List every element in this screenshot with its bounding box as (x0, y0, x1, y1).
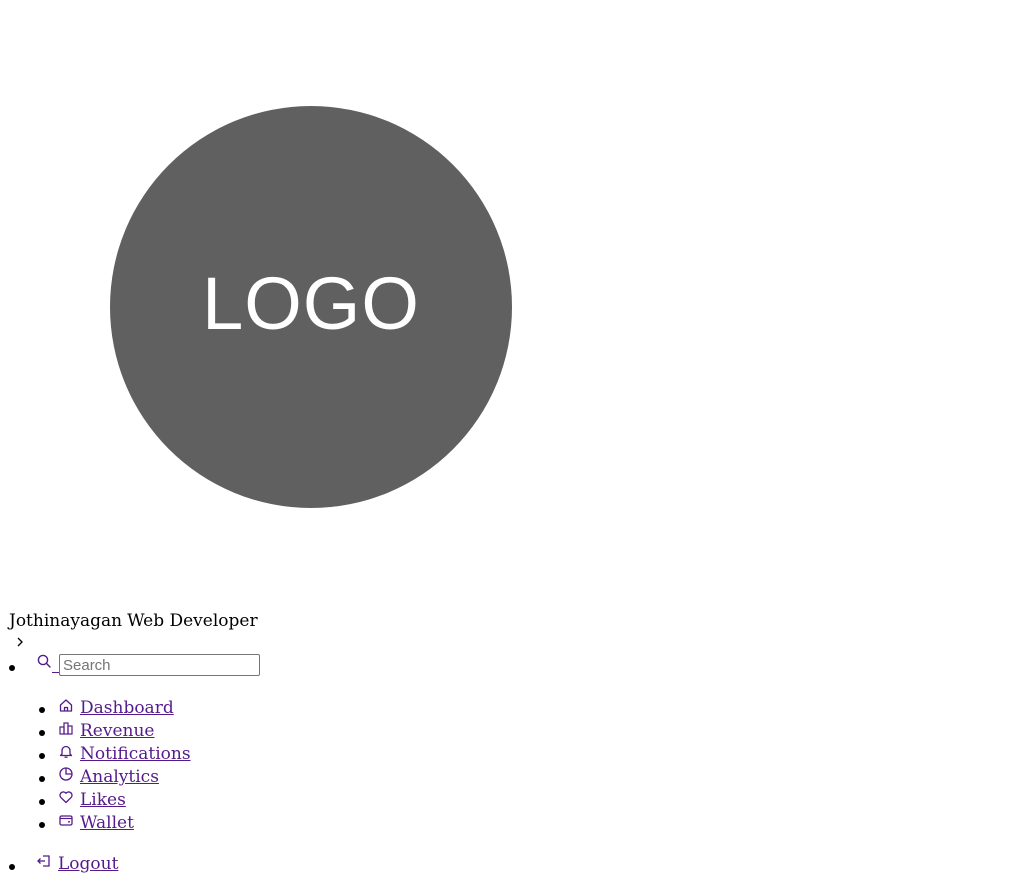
profile-title: Web Developer (127, 611, 258, 631)
logout-list: Logout (9, 853, 118, 876)
profile-name: Jothinayagan (9, 611, 123, 631)
search-item (9, 654, 260, 676)
logout-link[interactable]: Logout (36, 853, 118, 876)
list-bullet (9, 863, 15, 870)
list-bullet (39, 821, 45, 828)
nav-link-dashboard[interactable]: Dashboard (58, 697, 174, 720)
list-item: Analytics (39, 766, 191, 789)
nav-link-analytics[interactable]: Analytics (58, 766, 159, 789)
profile-details: Jothinayagan Web Developer (9, 610, 258, 632)
logo: LOGO (110, 106, 512, 508)
home-icon (59, 698, 73, 712)
list-bullet (39, 729, 45, 736)
list-item: Revenue (39, 720, 191, 743)
nav-label-analytics: Analytics (80, 767, 159, 787)
list-bullet (39, 775, 45, 782)
heart-icon (59, 790, 73, 803)
chevron-right-icon[interactable] (15, 632, 25, 652)
list-bullet (39, 752, 45, 759)
list-item: Wallet (39, 812, 191, 835)
nav-label-revenue: Revenue (80, 721, 155, 741)
list-bullet (39, 798, 45, 805)
logo-text: LOGO (202, 261, 420, 345)
list-bullet (39, 706, 45, 713)
nav-menu: Dashboard Revenue Notifications Analytic… (39, 697, 191, 835)
nav-link-wallet[interactable]: Wallet (58, 812, 134, 835)
pie-chart-icon (59, 766, 73, 781)
nav-link-revenue[interactable]: Revenue (58, 720, 154, 743)
bar-chart-icon (59, 721, 73, 735)
nav-link-likes[interactable]: Likes (58, 789, 126, 812)
page: LOGO JothinayaganWeb Developer Da (0, 0, 1024, 884)
list-item: Dashboard (39, 697, 191, 720)
search-input[interactable] (59, 654, 260, 676)
logout-icon (37, 854, 50, 867)
nav-label-wallet: Wallet (80, 813, 134, 833)
list-item: Logout (9, 853, 118, 876)
nav-label-likes: Likes (80, 790, 126, 810)
link-underline (52, 671, 59, 673)
list-bullet (9, 665, 15, 671)
list-item: Likes (39, 789, 191, 812)
nav-label-dashboard: Dashboard (80, 698, 174, 718)
wallet-icon (59, 814, 73, 826)
logout-label: Logout (58, 854, 119, 874)
nav-label-notifications: Notifications (80, 744, 191, 764)
nav-link-notifications[interactable]: Notifications (58, 743, 191, 766)
bell-icon (59, 745, 73, 758)
list-item: Notifications (39, 743, 191, 766)
search-icon[interactable] (36, 653, 52, 669)
search-row (9, 652, 260, 678)
